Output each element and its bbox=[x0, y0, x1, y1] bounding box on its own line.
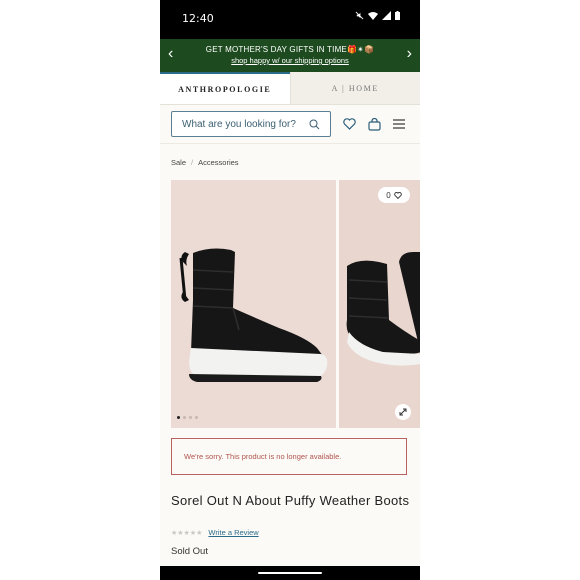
gallery-pagination bbox=[177, 416, 198, 419]
rating-stars-icon: ★★★★★ bbox=[171, 529, 203, 537]
system-nav-bar bbox=[160, 566, 420, 580]
availability-status: Sold Out bbox=[171, 546, 208, 557]
brand-tabs: ANTHROPOLOGIE A | HOME bbox=[160, 72, 420, 105]
expand-icon bbox=[399, 408, 407, 416]
wishlist-count: 0 bbox=[386, 190, 391, 200]
product-image-main[interactable] bbox=[171, 180, 336, 428]
promo-headline: GET MOTHER'S DAY GIFTS IN TIME🎁✴📦 bbox=[205, 45, 375, 54]
wishlist-heart-icon[interactable] bbox=[343, 118, 356, 130]
phone-screen: 12:40 ‹ GET MOTHER'S DAY GIFTS IN TIME🎁✴… bbox=[160, 0, 420, 580]
heart-icon bbox=[393, 191, 402, 199]
promo-prev-arrow-icon[interactable]: ‹ bbox=[168, 45, 173, 63]
gallery-dot[interactable] bbox=[189, 416, 192, 419]
tab-anthropologie[interactable]: ANTHROPOLOGIE bbox=[160, 72, 290, 104]
shopping-bag-icon[interactable] bbox=[368, 117, 381, 131]
status-time: 12:40 bbox=[182, 12, 214, 25]
product-rating: ★★★★★ Write a Review bbox=[171, 528, 259, 537]
write-review-link[interactable]: Write a Review bbox=[208, 528, 258, 537]
search-icon[interactable] bbox=[309, 119, 320, 130]
header-search-row bbox=[160, 105, 420, 144]
status-bar: 12:40 bbox=[160, 0, 420, 39]
gallery-dot[interactable] bbox=[195, 416, 198, 419]
promo-shipping-link[interactable]: shop happy w/ our shipping options bbox=[160, 56, 420, 65]
tab-home[interactable]: A | HOME bbox=[289, 72, 420, 104]
breadcrumb-separator: / bbox=[191, 158, 194, 167]
wishlist-toggle[interactable]: 0 bbox=[378, 187, 410, 203]
product-image-secondary[interactable] bbox=[339, 180, 420, 428]
promo-banner: ‹ GET MOTHER'S DAY GIFTS IN TIME🎁✴📦 shop… bbox=[160, 39, 420, 72]
status-icons bbox=[355, 11, 400, 20]
breadcrumb: Sale / Accessories bbox=[160, 144, 420, 180]
breadcrumb-accessories[interactable]: Accessories bbox=[198, 158, 238, 167]
zoom-button[interactable] bbox=[395, 404, 411, 420]
unavailable-notice: We're sorry. This product is no longer a… bbox=[171, 438, 407, 475]
breadcrumb-sale[interactable]: Sale bbox=[171, 158, 186, 167]
search-input[interactable] bbox=[180, 117, 309, 131]
boot-pair-image bbox=[346, 252, 420, 366]
boot-image bbox=[179, 248, 328, 382]
product-gallery[interactable]: 0 bbox=[160, 180, 420, 428]
signal-icon bbox=[382, 11, 391, 20]
promo-next-arrow-icon[interactable]: › bbox=[407, 45, 412, 63]
search-box[interactable] bbox=[171, 111, 331, 137]
gallery-dot[interactable] bbox=[177, 416, 180, 419]
product-title: Sorel Out N About Puffy Weather Boots bbox=[171, 493, 410, 508]
header-icons bbox=[343, 117, 405, 131]
home-gesture-handle[interactable] bbox=[258, 572, 322, 574]
mute-icon bbox=[355, 11, 364, 20]
gallery-dot[interactable] bbox=[183, 416, 186, 419]
wifi-icon bbox=[368, 12, 378, 20]
battery-icon bbox=[395, 11, 400, 20]
menu-icon[interactable] bbox=[393, 119, 405, 129]
